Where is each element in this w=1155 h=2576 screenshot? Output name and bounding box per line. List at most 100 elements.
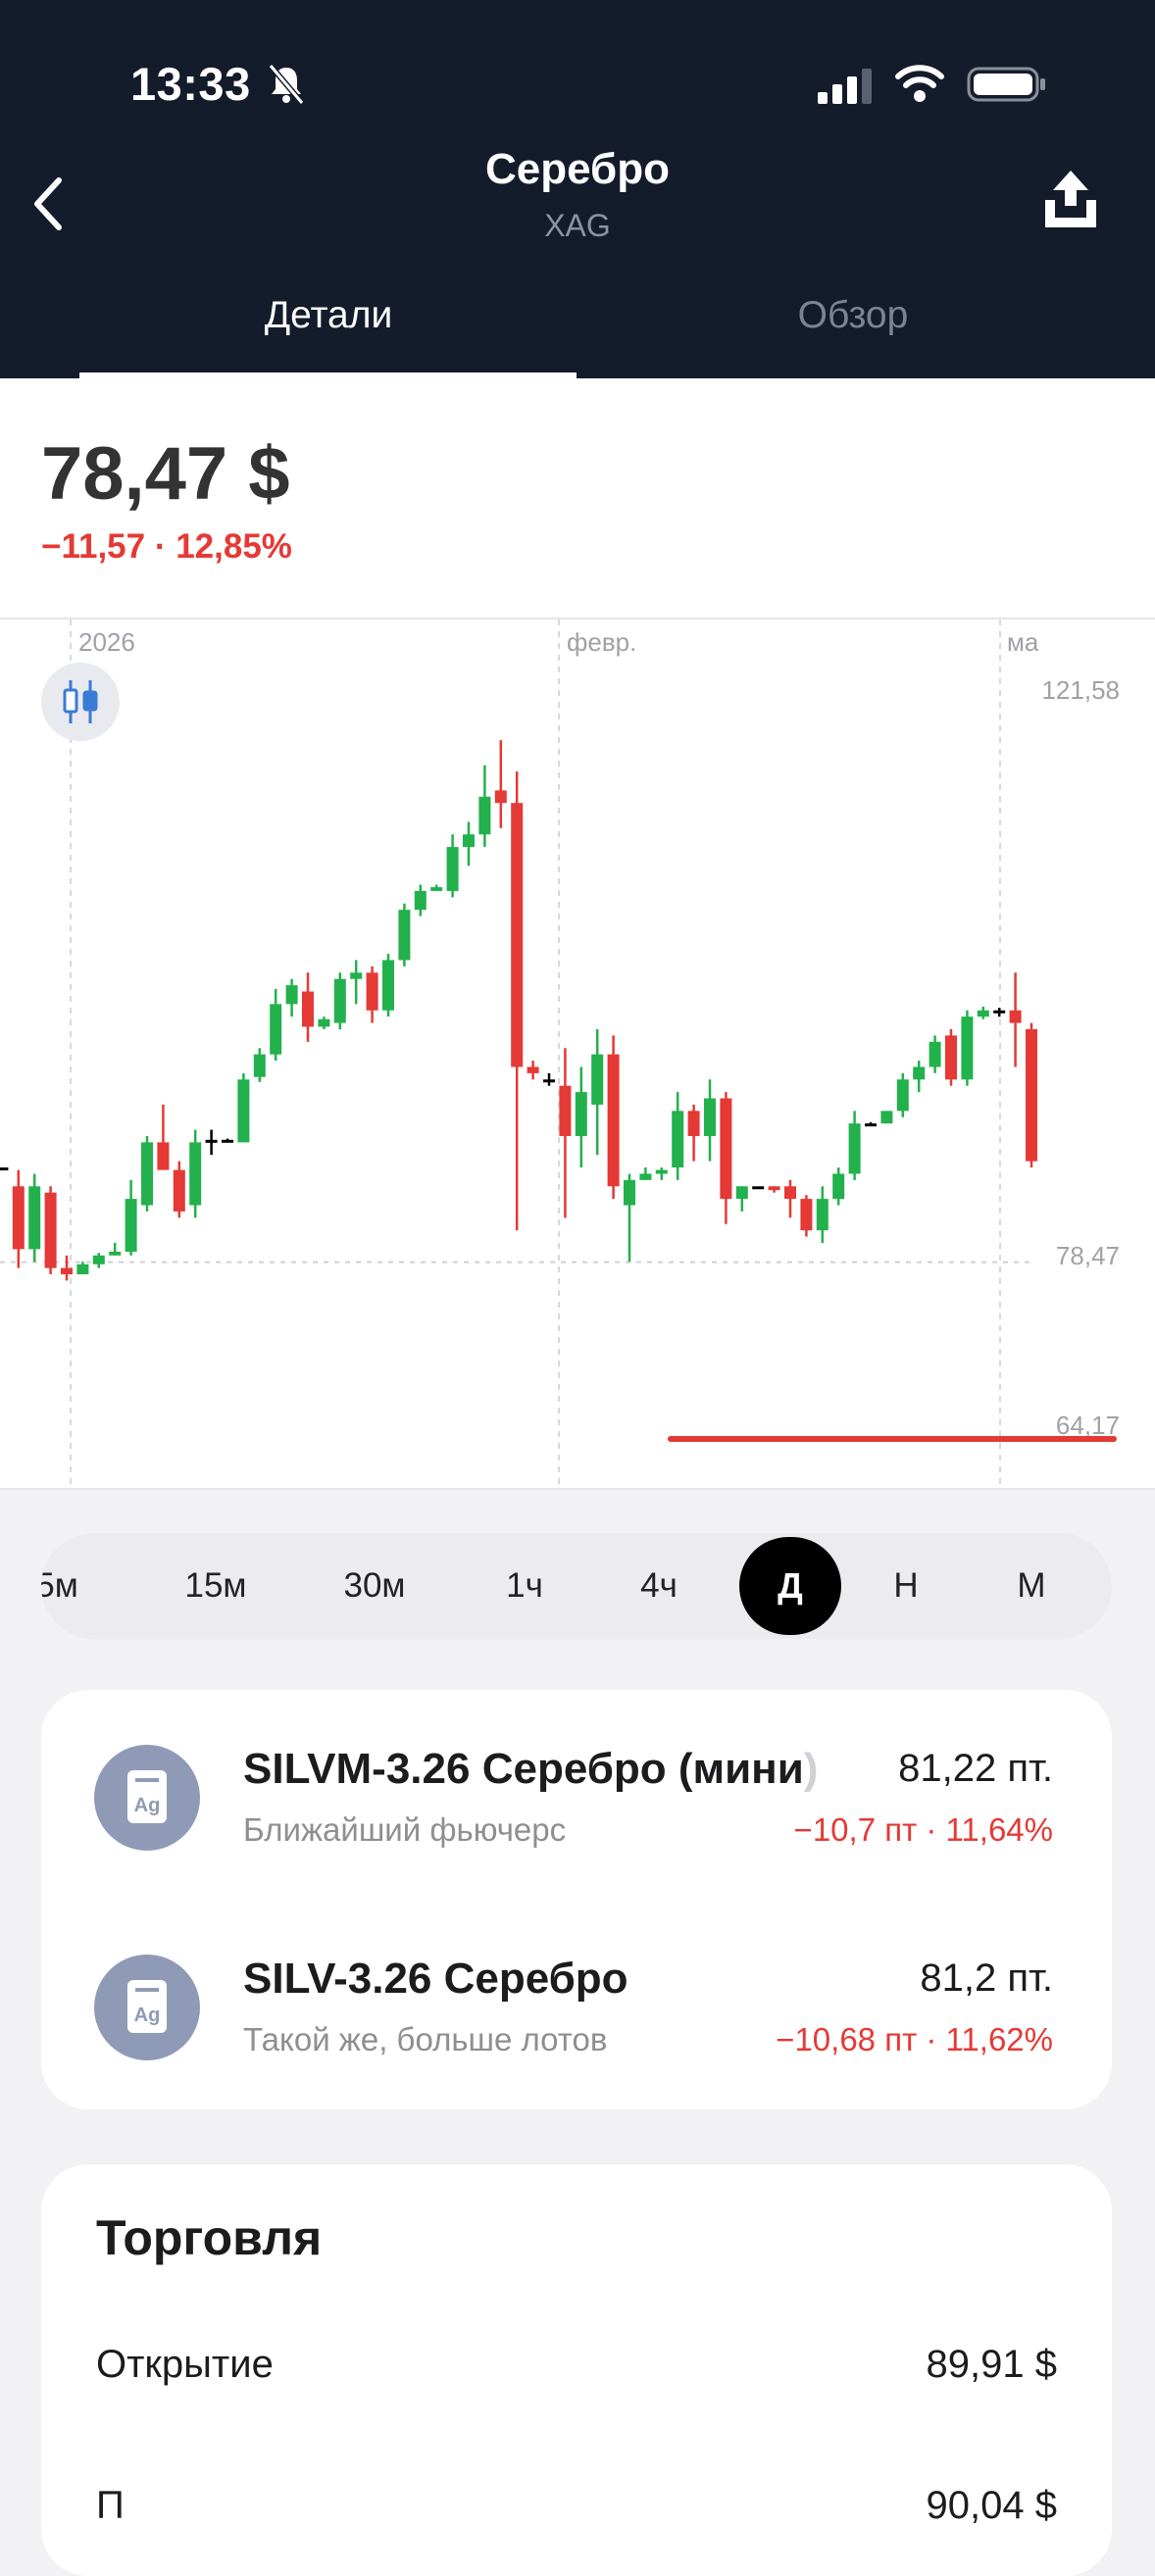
timeframe-month[interactable]: М <box>992 1533 1071 1639</box>
candle-body <box>865 1123 877 1127</box>
candle-body <box>366 972 378 1011</box>
candle-body <box>655 1169 668 1174</box>
future-subtitle: Ближайший фьючерс <box>243 1811 567 1848</box>
prev-close-value: 90,04 $ <box>926 2484 1057 2527</box>
candle-body <box>832 1173 845 1200</box>
candle-body <box>189 1142 202 1206</box>
candle-body <box>222 1139 233 1143</box>
candle-body <box>270 1004 282 1055</box>
candle-body <box>76 1263 89 1275</box>
bell-muted-icon <box>268 64 305 105</box>
future-price: 81,22 пт. <box>898 1747 1053 1790</box>
future-change: −10,7 пт · 11,64% <box>793 1811 1053 1848</box>
candle-body <box>896 1079 909 1112</box>
candle-body <box>752 1186 765 1190</box>
candle-body <box>639 1173 652 1180</box>
candle-body <box>350 972 363 979</box>
price-change: −11,57 · 12,85% <box>41 527 292 566</box>
page-title: Серебро <box>485 145 670 193</box>
candle-body <box>318 1018 330 1027</box>
tab-details[interactable]: Детали <box>83 294 574 337</box>
timeframe-1h[interactable]: 1ч <box>480 1533 569 1639</box>
candle-body <box>672 1111 684 1168</box>
candle-body <box>624 1179 635 1206</box>
y-tick-label: 121,58 <box>1041 675 1120 705</box>
timeframe-day[interactable]: Д <box>739 1537 841 1635</box>
candle-body <box>109 1251 122 1256</box>
candle-body <box>993 1010 1006 1014</box>
future-change: −10,68 пт · 11,62% <box>776 2021 1053 2057</box>
candle-body <box>720 1098 732 1200</box>
y-tick-label: 78,47 <box>1056 1241 1120 1270</box>
x-tick-label: февр. <box>567 627 636 657</box>
candle-body <box>237 1079 250 1143</box>
candle-body <box>430 887 443 891</box>
candle-body <box>527 1066 539 1073</box>
candle-body <box>28 1186 41 1250</box>
candle-body <box>977 1010 989 1017</box>
trading-card: Торговля Открытие 89,91 $ П 90,04 $ <box>41 2164 1112 2576</box>
document-icon: Ag <box>127 1770 167 1823</box>
timeframe-week[interactable]: Н <box>867 1533 945 1639</box>
candle-body <box>735 1186 748 1200</box>
candle-body <box>141 1142 153 1206</box>
timeframe-4h[interactable]: 4ч <box>615 1533 703 1639</box>
candle-body <box>44 1192 57 1268</box>
document-icon: Ag <box>127 1980 167 2033</box>
candle-body <box>125 1199 137 1252</box>
candle-body <box>285 985 298 1005</box>
candle-body <box>929 1041 941 1067</box>
future-name: SILV-3.26 Серебро <box>243 1955 628 2003</box>
candle-body <box>800 1199 813 1231</box>
candle-body <box>414 890 427 911</box>
timeframe-5m[interactable]: 5м <box>41 1533 96 1639</box>
x-tick-label: ма <box>1007 627 1039 657</box>
cellular-signal-icon <box>818 69 872 104</box>
prev-close-label: П <box>96 2484 125 2527</box>
candle-body <box>961 1016 974 1080</box>
candle-body <box>945 1035 957 1080</box>
future-subtitle: Такой же, больше лотов <box>243 2021 608 2057</box>
candle-body <box>205 1139 218 1143</box>
open-value: 89,91 $ <box>926 2343 1057 2386</box>
candle-body <box>333 978 346 1023</box>
candle-body <box>607 1054 620 1187</box>
candle-body <box>157 1142 170 1170</box>
candle-body <box>880 1111 893 1124</box>
price-chart[interactable]: 2026 февр. ма121,58 78,47 64,17 <box>0 619 1155 1488</box>
candle-body <box>1026 1028 1037 1162</box>
candle-body <box>0 1167 9 1171</box>
candle-body <box>382 960 394 1011</box>
wifi-icon <box>895 65 944 102</box>
timeframe-30m[interactable]: 30м <box>326 1533 424 1639</box>
future-name: SILVM-3.26 Серебро (мини) <box>243 1745 819 1793</box>
svg-text:Ag: Ag <box>134 1795 161 1816</box>
open-label: Открытие <box>96 2343 274 2386</box>
candle-body <box>446 847 459 891</box>
candle-body <box>848 1123 861 1174</box>
candle-body <box>92 1255 105 1264</box>
future-price: 81,2 пт. <box>920 1957 1053 2000</box>
candle-body <box>784 1186 796 1200</box>
timeframe-selector: 5м 15м 30м 1ч 4ч Н М <box>41 1533 1112 1639</box>
candle-body <box>253 1054 266 1077</box>
candle-body <box>12 1186 25 1250</box>
candle-body <box>816 1199 829 1231</box>
candle-body <box>591 1054 604 1105</box>
candle-body <box>1009 1010 1022 1023</box>
candle-body <box>913 1066 926 1080</box>
silver-futures-icon: Ag <box>94 1955 200 2060</box>
ticker-subtitle: XAG <box>544 208 611 243</box>
silver-futures-icon: Ag <box>94 1745 200 1851</box>
timeframe-15m[interactable]: 15м <box>167 1533 265 1639</box>
candle-body <box>61 1267 73 1275</box>
candle-body <box>768 1186 780 1191</box>
share-icon[interactable] <box>1041 167 1100 235</box>
candlestick-icon <box>63 680 98 723</box>
candle-body <box>559 1085 572 1136</box>
candle-body <box>704 1098 716 1136</box>
candle-body <box>173 1169 185 1212</box>
chart-type-button[interactable] <box>41 663 120 741</box>
candle-body <box>463 834 475 848</box>
tab-overview[interactable]: Обзор <box>608 294 1098 337</box>
